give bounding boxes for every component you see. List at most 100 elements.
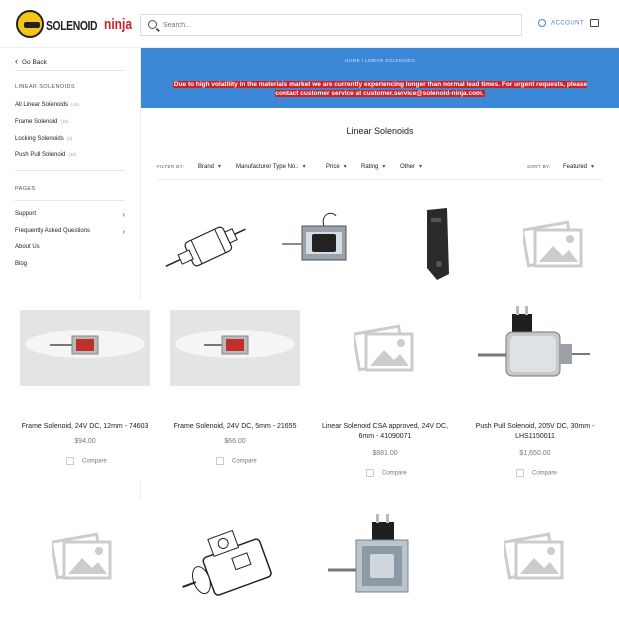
sidebar-heading-pages: PAGES — [15, 186, 36, 192]
filter-price-label: Price — [326, 164, 340, 170]
logo-text-accent: ninja — [104, 16, 133, 33]
checkbox-icon — [216, 457, 224, 465]
product-image-lhs1150011[interactable] — [470, 300, 600, 412]
sidebar-item-support[interactable]: Support › — [15, 210, 125, 221]
push-pull-solenoid-photo — [478, 306, 590, 377]
sidebar-item-label: Frame Solenoid — [15, 119, 58, 125]
shopping-bag-icon[interactable] — [590, 19, 599, 27]
product-title[interactable]: Linear Solenoid CSA approved, 24V DC, 6m… — [318, 422, 452, 442]
divider — [15, 170, 125, 171]
logo-text-primary: SOLENOID — [46, 18, 98, 33]
search-input[interactable] — [163, 17, 503, 33]
site-logo[interactable]: SOLENOID ninja — [16, 10, 132, 38]
sidebar-item-label: Locking Solenoids — [15, 136, 64, 142]
filter-rating[interactable]: Rating ▾ — [361, 163, 385, 170]
page-title: Linear Solenoids — [346, 126, 414, 136]
compare-checkbox[interactable]: Compare — [366, 469, 407, 477]
sidebar-item-label: Blog — [15, 261, 28, 267]
breadcrumb[interactable]: HOME / LINEAR SOLENOIDS — [141, 58, 619, 63]
compare-checkbox[interactable]: Compare — [516, 469, 557, 477]
filter-other-label: Other — [400, 164, 416, 170]
ninja-mascot-icon — [16, 10, 44, 38]
product-card[interactable]: Frame Solenoid, 24V DC, 12mm - 74603 $94… — [10, 300, 160, 480]
compare-label: Compare — [532, 470, 557, 477]
checkbox-icon — [366, 469, 374, 477]
sidebar-heading-linear: LINEAR SOLENOIDS — [15, 84, 75, 90]
filter-rating-label: Rating — [361, 164, 379, 170]
tubular-solenoid-drawing — [182, 529, 272, 596]
product-price: $881.00 — [372, 450, 398, 457]
product-thumb-placeholder[interactable] — [503, 196, 603, 293]
product-thumb-box-solenoid[interactable] — [320, 500, 450, 630]
compare-label: Compare — [82, 458, 107, 465]
compare-checkbox[interactable]: Compare — [66, 457, 107, 465]
product-card[interactable]: Frame Solenoid, 24V DC, 5mm - 21655 $66.… — [160, 300, 310, 480]
product-card[interactable]: Push Pull Solenoid, 205V DC, 30mm - LHS1… — [460, 300, 610, 490]
search-icon[interactable] — [148, 20, 157, 29]
compare-checkbox[interactable]: Compare — [216, 457, 257, 465]
chevron-down-icon: ▾ — [591, 164, 595, 170]
checkbox-icon — [516, 469, 524, 477]
product-thumb-placeholder[interactable] — [470, 500, 600, 630]
frame-solenoid-photo — [170, 310, 300, 386]
chevron-down-icon: ▾ — [343, 164, 347, 170]
product-thumb-open-frame[interactable] — [272, 196, 372, 293]
product-title[interactable]: Frame Solenoid, 24V DC, 12mm - 74603 — [16, 422, 154, 432]
sidebar-item-locking[interactable]: Locking Solenoids (3) — [15, 136, 125, 146]
compare-label: Compare — [382, 470, 407, 477]
filter-brand-label: Brand — [198, 164, 215, 170]
checkbox-icon — [66, 457, 74, 465]
sidebar-item-faq[interactable]: Frequently Asked Questions › — [15, 227, 125, 238]
image-placeholder-icon — [504, 532, 564, 580]
sidebar-item-count: (15) — [60, 119, 69, 124]
product-thumb-placeholder[interactable] — [20, 500, 150, 630]
image-placeholder-icon — [523, 220, 583, 268]
sidebar-item-blog[interactable]: Blog — [15, 261, 125, 271]
filter-manufacturer-type[interactable]: Manufacturer Type No.: ▾ — [236, 163, 306, 170]
open-frame-solenoid-image — [282, 212, 347, 261]
site-header: SOLENOID ninja ACCOUNT — [0, 0, 619, 48]
sidebar-item-about[interactable]: About Us — [15, 244, 125, 254]
chevron-down-icon: ▾ — [419, 164, 423, 170]
product-thumb-tubular-solenoid[interactable] — [157, 196, 257, 293]
sidebar-item-label: About Us — [15, 244, 40, 250]
product-title[interactable]: Push Pull Solenoid, 205V DC, 30mm - LHS1… — [468, 422, 602, 442]
product-title[interactable]: Frame Solenoid, 24V DC, 5mm - 21655 — [166, 422, 304, 432]
product-image-frame-74603[interactable] — [20, 310, 150, 386]
product-card[interactable]: Linear Solenoid CSA approved, 24V DC, 6m… — [310, 300, 460, 490]
frame-solenoid-photo — [20, 310, 150, 386]
chevron-down-icon: ▾ — [302, 164, 306, 170]
sidebar-item-count: (44) — [71, 102, 80, 107]
filter-price[interactable]: Price ▾ — [326, 163, 347, 170]
product-thumb-locking-solenoid[interactable] — [387, 196, 487, 293]
user-icon — [538, 19, 546, 27]
chevron-down-icon: ▾ — [382, 164, 386, 170]
sidebar-item-label: Frequently Asked Questions — [15, 228, 91, 234]
search-bar[interactable] — [140, 14, 522, 36]
sidebar-item-frame[interactable]: Frame Solenoid (15) — [15, 119, 125, 129]
tubular-solenoid-image — [165, 226, 246, 268]
product-price: $94.00 — [74, 438, 96, 445]
account-link[interactable]: ACCOUNT — [538, 19, 584, 27]
sidebar-item-push-pull[interactable]: Push Pull Solenoid (26) — [15, 152, 125, 162]
product-thumb-tubular-drawing[interactable] — [170, 500, 300, 630]
lead-time-notice: Due to high volatility in the materials … — [161, 80, 599, 98]
sidebar-item-label: All Linear Solenoids — [15, 102, 69, 108]
account-label: ACCOUNT — [551, 20, 585, 27]
locking-solenoid-image — [427, 208, 449, 280]
sort-select[interactable]: Featured ▾ — [563, 163, 594, 170]
filter-other[interactable]: Other ▾ — [400, 163, 422, 170]
go-back-link[interactable]: Go Back — [15, 56, 47, 66]
sidebar-item-all-linear[interactable]: All Linear Solenoids (44) — [15, 102, 125, 112]
sort-value: Featured — [563, 164, 588, 170]
chevron-down-icon: ▾ — [218, 164, 222, 170]
sidebar-item-label: Push Pull Solenoid — [15, 152, 66, 158]
product-price: $1,650.00 — [519, 450, 551, 457]
product-image-frame-21655[interactable] — [170, 310, 300, 386]
sort-label: SORT BY: — [527, 164, 551, 169]
filter-brand[interactable]: Brand ▾ — [198, 163, 221, 170]
product-image-41090071[interactable] — [320, 310, 450, 400]
filter-manufacturer-label: Manufacturer Type No.: — [236, 164, 299, 170]
divider — [15, 200, 125, 201]
chevron-right-icon: › — [122, 227, 125, 236]
